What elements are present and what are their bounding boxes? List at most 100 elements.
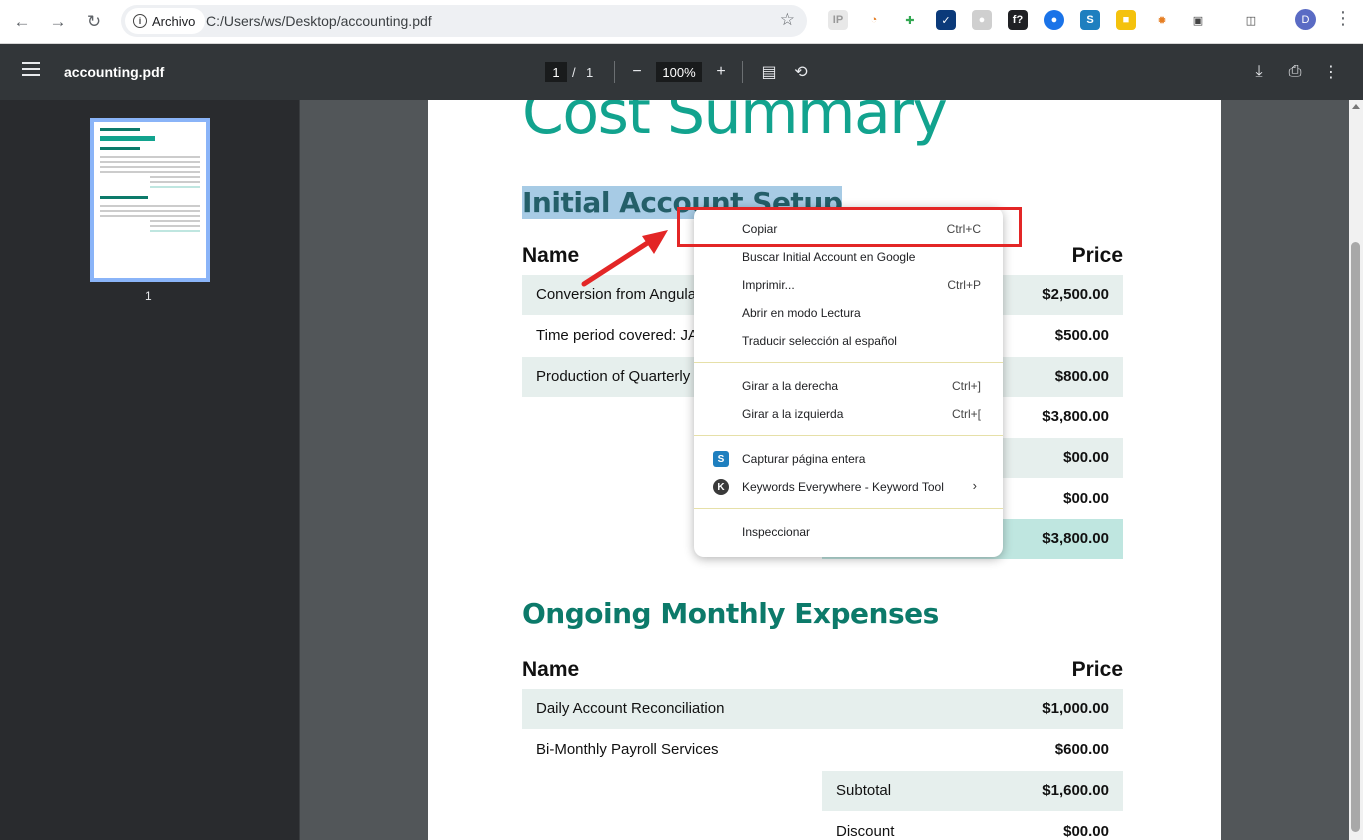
extension-s-icon[interactable]: S	[1080, 10, 1100, 30]
column-header-name: Name	[522, 658, 580, 681]
page-total: 1	[586, 65, 594, 80]
fit-page-icon[interactable]: ▤	[758, 61, 780, 83]
section-heading-ongoing: Ongoing Monthly Expenses	[522, 597, 939, 630]
row-price: $2,500.00	[1042, 286, 1109, 303]
menu-item-rotate-right[interactable]: Girar a la derecha Ctrl+]	[694, 372, 1003, 400]
menu-item-label: Abrir en modo Lectura	[742, 306, 861, 320]
extension-font-icon[interactable]: f?	[1008, 10, 1028, 30]
menu-item-label: Capturar página entera	[742, 452, 866, 466]
menu-item-print[interactable]: Imprimir... Ctrl+P	[694, 271, 1003, 299]
summary-price: $3,800.00	[1042, 530, 1109, 547]
address-bar[interactable]: i Archivo C:/Users/ws/Desktop/accounting…	[121, 5, 807, 37]
thumbnail-sidebar: 1	[0, 100, 300, 840]
zoom-in-icon[interactable]: +	[710, 61, 732, 83]
menu-item-shortcut: Ctrl+]	[951, 379, 981, 393]
menu-item-label: Inspeccionar	[742, 525, 811, 539]
reload-icon[interactable]: ↻	[80, 8, 108, 36]
menu-item-label: Girar a la derecha	[742, 379, 839, 393]
menu-item-reading-mode[interactable]: Abrir en modo Lectura	[694, 299, 1003, 327]
vertical-scrollbar[interactable]	[1349, 100, 1363, 840]
extension-grey-icon[interactable]: ●	[972, 10, 992, 30]
row-price: $600.00	[1054, 741, 1109, 758]
column-header-price: Price	[1071, 658, 1123, 681]
browser-toolbar: ← → ↻ i Archivo C:/Users/ws/Desktop/acco…	[0, 0, 1363, 44]
toolbar-divider	[742, 61, 743, 83]
document-heading: Cost Summary	[522, 100, 948, 148]
summary-row: Subtotal $1,600.00	[822, 771, 1123, 811]
page-number-input[interactable]: 1	[545, 62, 567, 82]
summary-price: $00.00	[1063, 449, 1109, 466]
scroll-up-icon[interactable]	[1352, 104, 1360, 109]
extension-sun-icon[interactable]: ✹	[1152, 10, 1172, 30]
pdf-toolbar: accounting.pdf 1 / 1 − 100% + ▤ ⟲ ⤓ ⎙ ⋮	[0, 44, 1363, 100]
menu-separator	[694, 435, 1003, 436]
menu-item-shortcut: Ctrl+[	[951, 407, 981, 421]
document-title: accounting.pdf	[64, 64, 165, 80]
menu-item-label: Traducir selección al español	[742, 334, 897, 348]
row-name: Bi-Monthly Payroll Services	[536, 741, 719, 758]
menu-item-keywords-everywhere[interactable]: K Keywords Everywhere - Keyword Tool ›	[694, 473, 1003, 501]
menu-item-label: Buscar Initial Account en Google	[742, 250, 916, 264]
extension-similarweb-icon[interactable]: ◔	[864, 10, 884, 30]
url-text[interactable]: C:/Users/ws/Desktop/accounting.pdf	[206, 13, 432, 29]
submenu-chevron-icon: ›	[972, 478, 977, 493]
annotation-arrow-icon	[581, 230, 668, 287]
menu-separator	[694, 362, 1003, 363]
browser-menu-icon[interactable]: ⋮	[1334, 8, 1352, 29]
thumbnail-page-number: 1	[145, 289, 152, 303]
extension-ip-icon[interactable]: IP	[828, 10, 848, 30]
extension-blue-icon[interactable]: ●	[1044, 10, 1064, 30]
summary-label: Subtotal	[836, 782, 892, 799]
rotate-icon[interactable]: ⟲	[790, 61, 812, 83]
zoom-out-icon[interactable]: −	[626, 61, 648, 83]
menu-item-rotate-left[interactable]: Girar a la izquierda Ctrl+[	[694, 400, 1003, 428]
extension-yellow-icon[interactable]: ■	[1116, 10, 1136, 30]
row-price: $500.00	[1054, 327, 1109, 344]
row-name: Time period covered: JA	[536, 327, 699, 344]
menu-separator	[694, 508, 1003, 509]
keywords-k-icon: K	[713, 479, 729, 495]
summary-price: $00.00	[1063, 490, 1109, 507]
row-name: Daily Account Reconciliation	[536, 700, 725, 717]
menu-item-capture-page[interactable]: S Capturar página entera	[694, 445, 1003, 473]
annotation-highlight-box	[677, 207, 1022, 247]
back-icon[interactable]: ←	[8, 8, 36, 36]
site-info-chip[interactable]: i Archivo	[125, 8, 206, 34]
menu-item-inspect[interactable]: Inspeccionar	[694, 518, 1003, 546]
page-separator: /	[572, 65, 576, 80]
summary-price: $3,800.00	[1042, 408, 1109, 425]
extension-plus-icon[interactable]: ✚	[900, 10, 920, 30]
info-icon: i	[133, 14, 147, 28]
site-info-label: Archivo	[152, 13, 196, 29]
extensions-puzzle-icon[interactable]: ▣	[1188, 10, 1208, 30]
table-row: Daily Account Reconciliation $1,000.00	[522, 689, 1123, 729]
zoom-input[interactable]: 100%	[656, 62, 702, 82]
context-menu: Copiar Ctrl+C Buscar Initial Account en …	[694, 207, 1003, 557]
extension-check-icon[interactable]: ✓	[936, 10, 956, 30]
row-name: Production of Quarterly	[536, 368, 691, 385]
scrollbar-thumb[interactable]	[1351, 242, 1360, 832]
summary-price: $00.00	[1063, 823, 1109, 840]
print-icon[interactable]: ⎙	[1284, 61, 1306, 83]
column-header-price: Price	[1071, 244, 1123, 267]
summary-label: Discount	[836, 823, 895, 840]
menu-item-search-google[interactable]: Buscar Initial Account en Google	[694, 243, 1003, 271]
forward-icon[interactable]: →	[44, 8, 72, 36]
menu-item-shortcut: Ctrl+P	[947, 278, 981, 292]
menu-item-label: Keywords Everywhere - Keyword Tool	[742, 480, 944, 494]
toolbar-divider	[614, 61, 615, 83]
tab-search-icon[interactable]: ◫	[1241, 10, 1261, 30]
more-options-icon[interactable]: ⋮	[1320, 61, 1342, 83]
page-thumbnail[interactable]	[90, 118, 210, 282]
table-row: Bi-Monthly Payroll Services $600.00	[522, 730, 1123, 770]
download-icon[interactable]: ⤓	[1248, 61, 1270, 83]
bookmark-star-icon[interactable]: ☆	[780, 10, 795, 30]
menu-item-label: Imprimir...	[742, 278, 795, 292]
sidebar-menu-icon[interactable]	[22, 62, 40, 76]
menu-item-translate[interactable]: Traducir selección al español	[694, 327, 1003, 355]
thumbnail-preview	[94, 122, 206, 278]
row-price: $800.00	[1054, 368, 1109, 385]
capture-s-icon: S	[713, 451, 729, 467]
profile-avatar[interactable]: D	[1295, 9, 1316, 30]
summary-row: Discount $00.00	[822, 812, 1123, 840]
